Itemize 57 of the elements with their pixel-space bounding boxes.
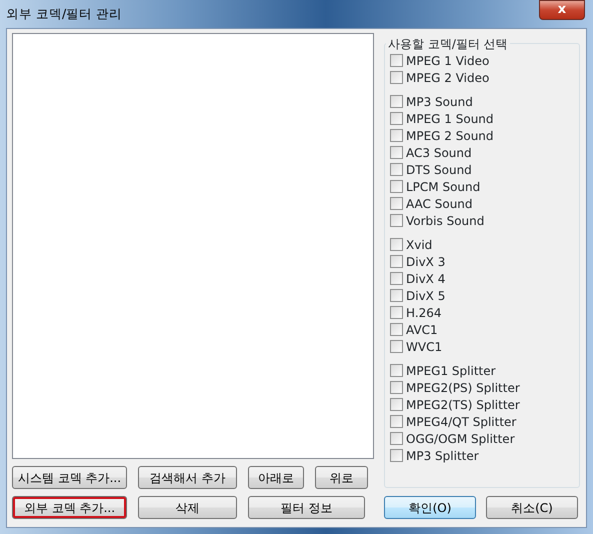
checkbox-label[interactable]: H.264 [406, 304, 442, 322]
checkbox[interactable] [390, 449, 403, 462]
checkbox[interactable] [390, 71, 403, 84]
checkbox[interactable] [390, 306, 403, 319]
checkbox[interactable] [390, 180, 403, 193]
checkbox[interactable] [390, 323, 403, 336]
checkbox[interactable] [390, 163, 403, 176]
checkbox-label[interactable]: MPEG 1 Sound [406, 110, 494, 128]
cancel-button[interactable]: 취소(C) [486, 496, 578, 519]
checkbox[interactable] [390, 214, 403, 227]
checkbox[interactable] [390, 381, 403, 394]
checkbox[interactable] [390, 432, 403, 445]
checkbox-label[interactable]: OGG/OGM Splitter [406, 430, 515, 448]
action-button[interactable]: 필터 정보 [248, 496, 365, 519]
action-button[interactable]: 삭제 [138, 496, 237, 519]
checkbox[interactable] [390, 146, 403, 159]
checkbox-label[interactable]: MPEG4/QT Splitter [406, 412, 516, 430]
action-button[interactable]: 외부 코덱 추가... [12, 496, 127, 519]
checkbox-label[interactable]: DivX 5 [406, 286, 446, 304]
checkbox-label[interactable]: DTS Sound [406, 160, 472, 178]
checkbox-label[interactable]: LPCM Sound [406, 178, 480, 196]
checkbox-label[interactable]: MPEG2(PS) Splitter [406, 378, 520, 396]
checkbox-label[interactable]: DivX 3 [406, 252, 446, 270]
checkbox-label[interactable]: MPEG1 Splitter [406, 362, 496, 380]
checkbox[interactable] [390, 255, 403, 268]
checkbox[interactable] [390, 364, 403, 377]
checkbox-label[interactable]: MPEG 2 Video [406, 68, 490, 86]
ok-button[interactable]: 확인(O) [384, 496, 476, 519]
checkbox[interactable] [390, 289, 403, 302]
checkbox-label[interactable]: MPEG 2 Sound [406, 126, 494, 144]
checkbox[interactable] [390, 398, 403, 411]
checkbox-label[interactable]: AC3 Sound [406, 144, 472, 162]
checkbox-label[interactable]: MPEG2(TS) Splitter [406, 396, 520, 414]
checkbox-label[interactable]: AVC1 [406, 320, 438, 338]
checkbox-label[interactable]: WVC1 [406, 338, 442, 356]
checkbox-label[interactable]: Vorbis Sound [406, 212, 484, 230]
checkbox[interactable] [390, 129, 403, 142]
checkbox[interactable] [390, 112, 403, 125]
checkbox[interactable] [390, 197, 403, 210]
checkbox[interactable] [390, 95, 403, 108]
checkbox[interactable] [390, 272, 403, 285]
checkbox[interactable] [390, 54, 403, 67]
action-button[interactable]: 검색해서 추가 [138, 466, 237, 489]
checkbox-label[interactable]: AAC Sound [406, 194, 473, 212]
window-title: 외부 코덱/필터 관리 [6, 4, 122, 23]
checkbox[interactable] [390, 415, 403, 428]
checkbox-label[interactable]: MP3 Splitter [406, 446, 479, 464]
checkbox-label[interactable]: MP3 Sound [406, 92, 473, 110]
checkbox-label[interactable]: DivX 4 [406, 270, 446, 288]
checkbox[interactable] [390, 340, 403, 353]
action-button[interactable]: 위로 [315, 466, 368, 489]
checkbox[interactable] [390, 238, 403, 251]
action-button[interactable]: 시스템 코덱 추가... [12, 466, 127, 489]
checkbox-label[interactable]: MPEG 1 Video [406, 52, 490, 70]
close-button[interactable]: x [539, 0, 585, 20]
action-button[interactable]: 아래로 [248, 466, 304, 489]
checkbox-label[interactable]: Xvid [406, 236, 432, 254]
